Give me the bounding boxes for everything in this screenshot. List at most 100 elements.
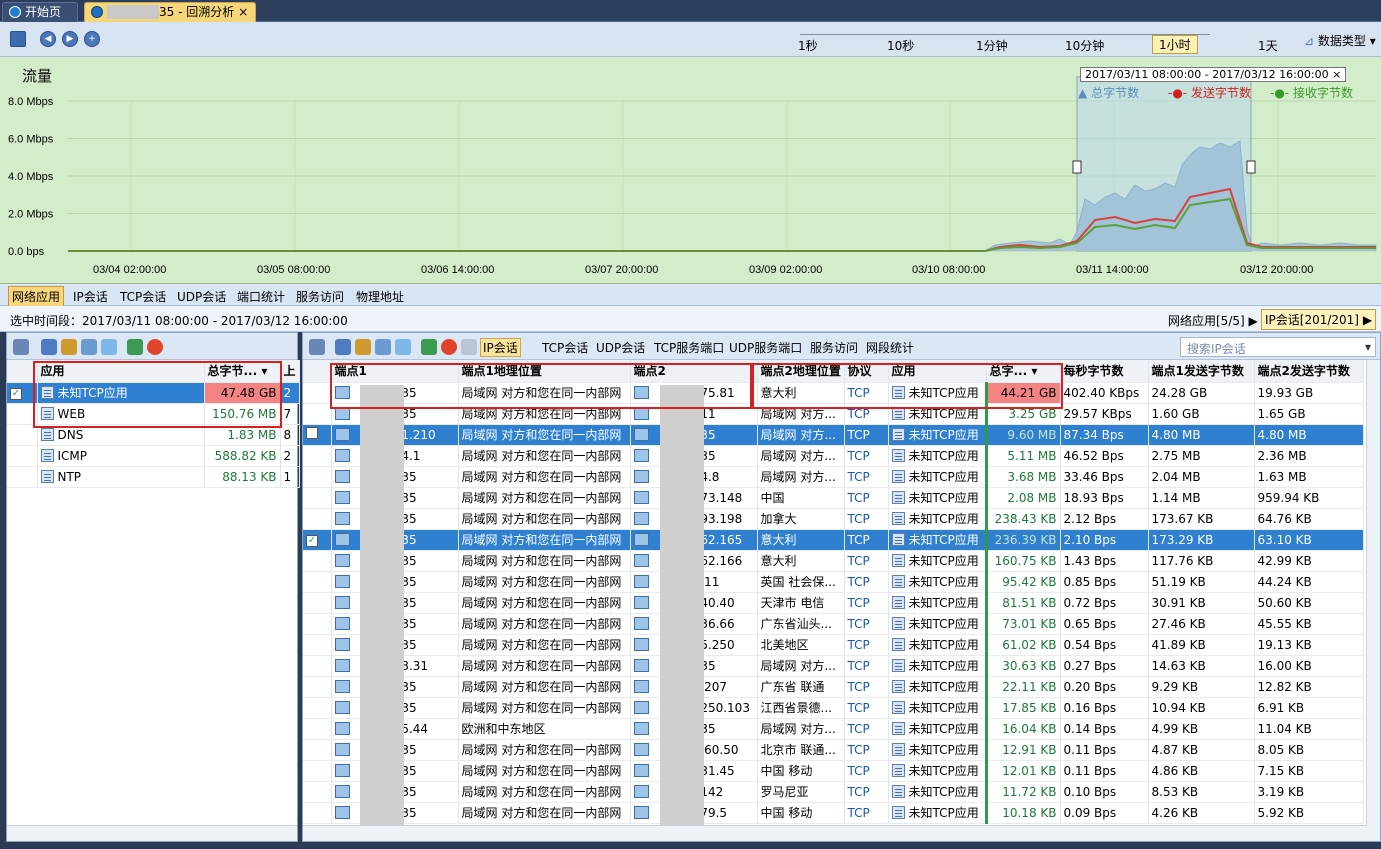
col-endpoint2-sent[interactable]: 端点2发送字节数: [1254, 360, 1364, 383]
time-scale-slider[interactable]: 1秒 10秒 1分钟 10分钟 1小时 1天: [780, 22, 1300, 57]
next-icon[interactable]: ▶: [62, 31, 78, 47]
row-checkbox[interactable]: [303, 760, 332, 782]
row-checkbox[interactable]: [303, 424, 332, 446]
session-row[interactable]: 35 局域网 对方和您在同一内部网 36.66 广东省汕头... TCP 未知TCP应用…: [303, 613, 1364, 635]
scale-10s[interactable]: 10秒: [887, 37, 914, 54]
export-icon[interactable]: [335, 339, 351, 355]
copy-icon[interactable]: [81, 339, 97, 355]
session-row[interactable]: 35 局域网 对方和您在同一内部网 73.148 中国 TCP 未知TCP应用 2.08 …: [303, 487, 1364, 509]
row-checkbox[interactable]: [303, 739, 332, 761]
row-checkbox[interactable]: [303, 634, 332, 656]
session-row[interactable]: 35 局域网 对方和您在同一内部网 142 罗马尼亚 TCP 未知TCP应用 11.72 …: [303, 781, 1364, 803]
select-icon[interactable]: [395, 339, 411, 355]
subtab-segment-stats[interactable]: 网段统计: [866, 339, 914, 356]
subtab-ip-sessions[interactable]: IP会话: [480, 338, 521, 357]
session-row[interactable]: 3.31 局域网 对方和您在同一内部网 35 局域网 对方... TCP 未知TCP应用…: [303, 655, 1364, 677]
tab-physical-address[interactable]: 物理地址: [353, 287, 407, 306]
tab-network-apps[interactable]: 网络应用: [8, 286, 65, 307]
app-row[interactable]: ICMP 588.82 KB 2: [7, 445, 300, 467]
row-checkbox[interactable]: [303, 382, 332, 404]
top-filter-icon[interactable]: [309, 339, 325, 355]
traffic-chart[interactable]: 8.0 Mbps 6.0 Mbps 4.0 Mbps 2.0 Mbps 0.0 bps 0…: [0, 57, 1381, 284]
pie-chart-icon[interactable]: [147, 339, 163, 355]
col-bytes-per-sec[interactable]: 每秒字节数: [1060, 360, 1149, 383]
session-row[interactable]: 4.1 局域网 对方和您在同一内部网 35 局域网 对方... TCP 未知TCP应用 5…: [303, 445, 1364, 467]
tab-start-page[interactable]: 开始页: [2, 2, 78, 22]
col-upload[interactable]: 上: [280, 360, 300, 383]
breadcrumb-ip-sessions[interactable]: IP会话[201/201] ▶: [1261, 309, 1377, 330]
list-icon[interactable]: [461, 339, 477, 355]
row-checkbox[interactable]: [303, 676, 332, 698]
breadcrumb-network-apps[interactable]: 网络应用[5/5] ▶: [1168, 312, 1258, 329]
subtab-udp-ports[interactable]: UDP服务端口: [729, 339, 802, 356]
session-row[interactable]: 35 局域网 对方和您在同一内部网 250.103 江西省景德... TCP 未知TCP…: [303, 697, 1364, 719]
row-checkbox[interactable]: [303, 592, 332, 614]
row-checkbox[interactable]: [303, 718, 332, 740]
vertical-scrollbar[interactable]: [1366, 360, 1380, 826]
session-row[interactable]: 5.44 欧洲和中东地区 35 局域网 对方... TCP 未知TCP应用 16.04 K…: [303, 718, 1364, 740]
row-checkbox[interactable]: [303, 445, 332, 467]
scale-10min[interactable]: 10分钟: [1065, 37, 1104, 54]
calendar-icon[interactable]: [10, 31, 26, 47]
col-endpoint1-sent[interactable]: 端点1发送字节数: [1148, 360, 1255, 383]
scale-1s[interactable]: 1秒: [798, 37, 818, 54]
row-checkbox[interactable]: [303, 403, 332, 425]
session-row[interactable]: 35 局域网 对方和您在同一内部网 5.250 北美地区 TCP 未知TCP应用 61.0…: [303, 634, 1364, 656]
pie-chart-icon[interactable]: [441, 339, 457, 355]
scale-1hour[interactable]: 1小时: [1152, 35, 1198, 54]
session-row[interactable]: 35 局域网 对方和您在同一内部网 79.5 中国 移动 TCP 未知TCP应用 10.1…: [303, 802, 1364, 824]
row-checkbox[interactable]: [303, 613, 332, 635]
session-row[interactable]: 35 局域网 对方和您在同一内部网 93.198 加拿大 TCP 未知TCP应用 238.…: [303, 508, 1364, 530]
session-row[interactable]: 35 局域网 对方和您在同一内部网 62.166 意大利 TCP 未知TCP应用 160.…: [303, 550, 1364, 572]
row-checkbox[interactable]: [7, 466, 38, 488]
session-row[interactable]: 35 局域网 对方和您在同一内部网 .11 英国 社会保... TCP 未知TCP应用 9…: [303, 571, 1364, 593]
row-checkbox[interactable]: [303, 466, 332, 488]
close-icon[interactable]: ×: [1332, 68, 1341, 81]
row-checkbox[interactable]: [303, 571, 332, 593]
search-ip-input[interactable]: 搜索IP会话 ▾: [1180, 337, 1376, 357]
subtab-tcp-sessions[interactable]: TCP会话: [542, 339, 588, 356]
row-checkbox[interactable]: [303, 781, 332, 803]
row-checkbox[interactable]: ✓: [303, 529, 332, 551]
data-type-dropdown[interactable]: ⊿ 数据类型 ▾: [1304, 32, 1376, 49]
row-checkbox[interactable]: [303, 508, 332, 530]
chart-view-icon[interactable]: [127, 339, 143, 355]
zoom-icon[interactable]: +: [84, 31, 100, 47]
session-row[interactable]: 1.210 局域网 对方和您在同一内部网 35 局域网 对方... TCP 未知TCP应…: [303, 424, 1364, 446]
chevron-down-icon[interactable]: ▾: [1365, 340, 1371, 354]
folder-icon[interactable]: [355, 339, 371, 355]
chart-view-icon[interactable]: [421, 339, 437, 355]
horizontal-scrollbar[interactable]: [303, 825, 1380, 841]
select-icon[interactable]: [101, 339, 117, 355]
session-row[interactable]: 35 局域网 对方和您在同一内部网 31.45 中国 移动 TCP 未知TCP应用 12.…: [303, 760, 1364, 782]
folder-icon[interactable]: [61, 339, 77, 355]
session-row[interactable]: 35 局域网 对方和您在同一内部网 .60.50 北京市 联通... TCP 未知TCP…: [303, 739, 1364, 761]
tab-tcp-sessions[interactable]: TCP会话: [117, 287, 169, 306]
subtab-udp-sessions[interactable]: UDP会话: [596, 339, 645, 356]
subtab-tcp-ports[interactable]: TCP服务端口: [654, 339, 724, 356]
session-row[interactable]: ✓ 35 局域网 对方和您在同一内部网 62.165 意大利 TCP 未知TCP应用 23…: [303, 529, 1364, 551]
export-icon[interactable]: [41, 339, 57, 355]
close-tab-icon[interactable]: ×: [238, 5, 248, 19]
tab-port-stats[interactable]: 端口统计: [234, 287, 288, 306]
tab-udp-sessions[interactable]: UDP会话: [174, 287, 229, 306]
scale-1min[interactable]: 1分钟: [976, 37, 1008, 54]
copy-icon[interactable]: [375, 339, 391, 355]
tab-service-access[interactable]: 服务访问: [293, 287, 347, 306]
row-checkbox[interactable]: [303, 802, 332, 824]
scale-1day[interactable]: 1天: [1258, 37, 1278, 54]
tab-backtrack-analysis[interactable]: 35 - 回溯分析 ×: [84, 2, 256, 22]
subtab-service-access[interactable]: 服务访问: [810, 339, 858, 356]
app-row[interactable]: NTP 88.13 KB 1: [7, 466, 300, 488]
session-row[interactable]: 35 局域网 对方和您在同一内部网 4.8 局域网 对方... TCP 未知TCP应用 3…: [303, 466, 1364, 488]
row-checkbox[interactable]: [303, 655, 332, 677]
top-filter-icon[interactable]: [13, 339, 29, 355]
horizontal-scrollbar[interactable]: [7, 825, 297, 841]
session-row[interactable]: 35 局域网 对方和您在同一内部网 .207 广东省 联通 TCP 未知TCP应用 22.…: [303, 676, 1364, 698]
row-checkbox[interactable]: [303, 487, 332, 509]
previous-icon[interactable]: ◀: [40, 31, 56, 47]
row-checkbox[interactable]: [303, 697, 332, 719]
row-checkbox[interactable]: [303, 550, 332, 572]
session-row[interactable]: 35 局域网 对方和您在同一内部网 40.40 天津市 电信 TCP 未知TCP应用 81…: [303, 592, 1364, 614]
tab-ip-sessions[interactable]: IP会话: [70, 287, 111, 306]
